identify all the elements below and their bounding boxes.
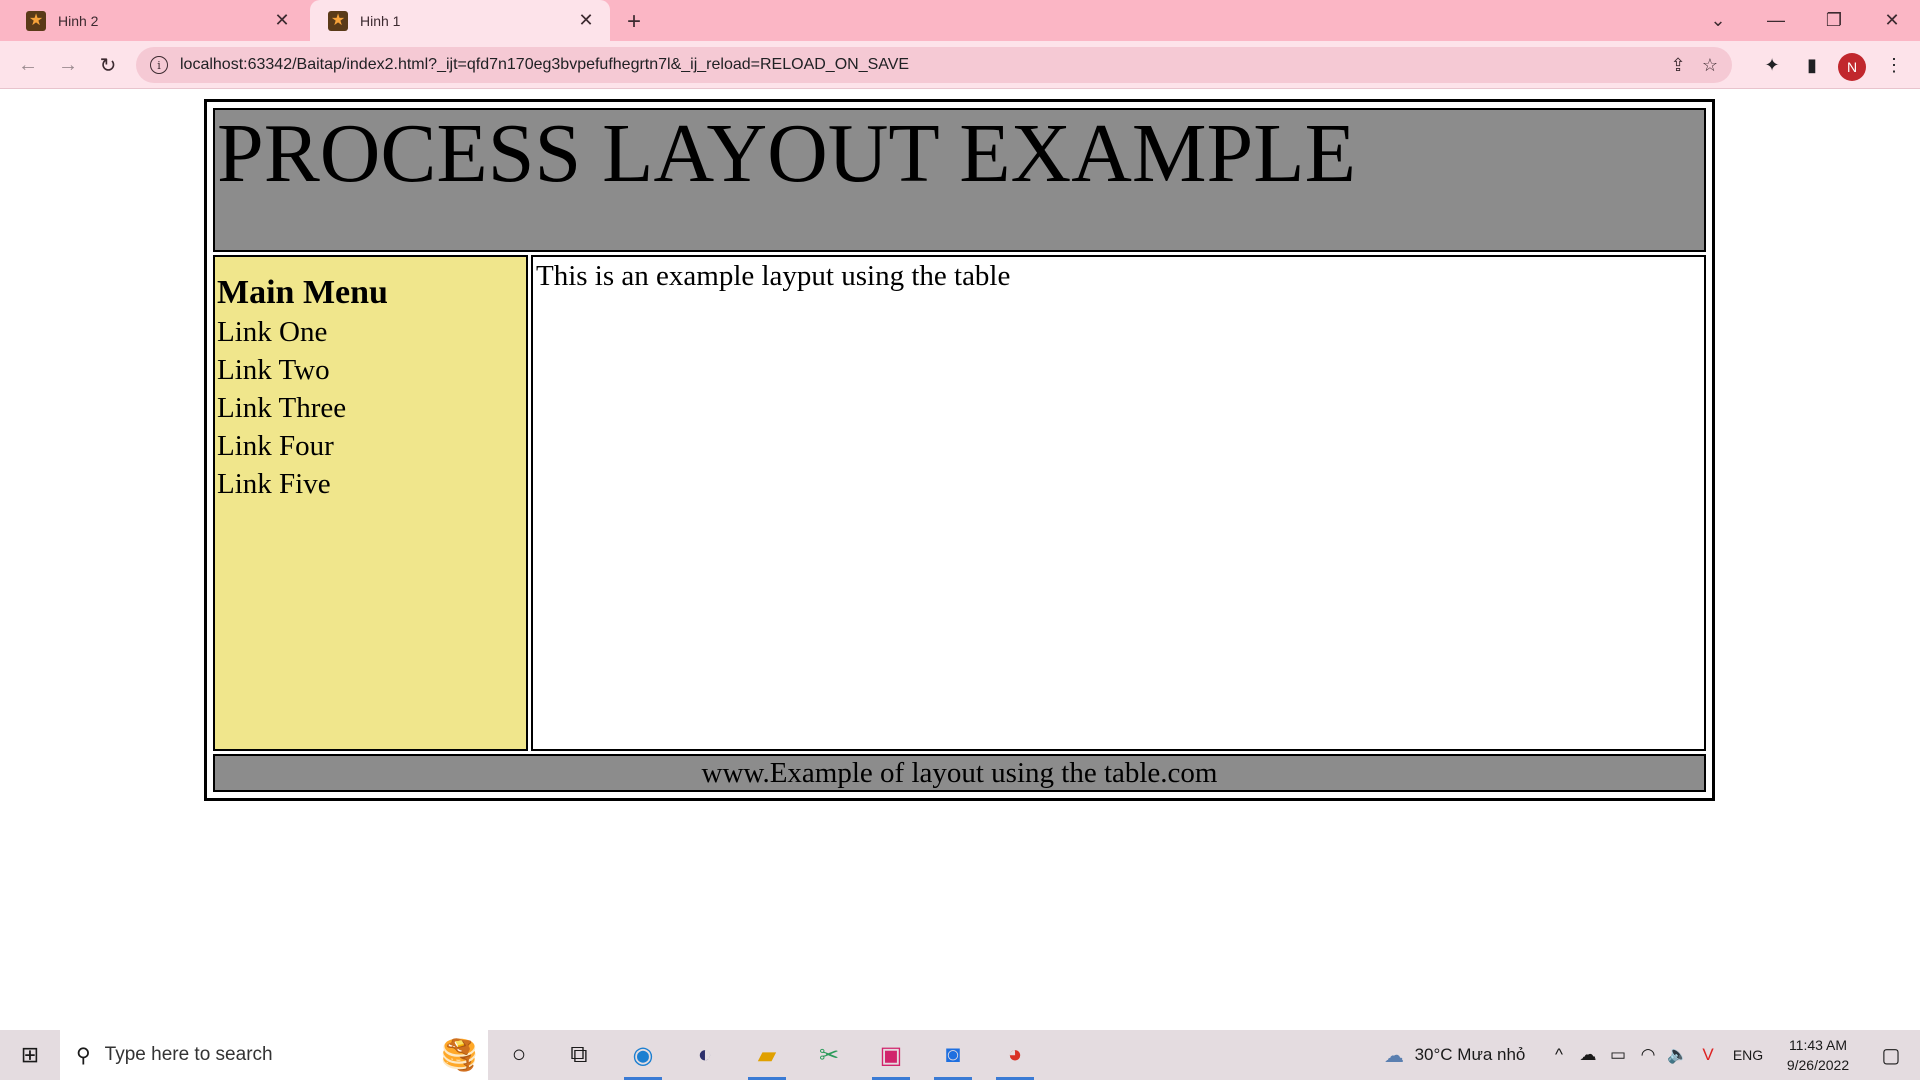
side-panel-icon[interactable]: ▮ bbox=[1796, 49, 1828, 81]
page-footer: www.Example of layout using the table.co… bbox=[213, 754, 1706, 792]
browser-toolbar: ← → ↻ i localhost:63342/Baitap/index2.ht… bbox=[0, 41, 1920, 89]
language-indicator[interactable]: ENG bbox=[1728, 1030, 1768, 1080]
vietkey-v-icon[interactable]: V bbox=[1694, 1030, 1722, 1080]
intellij-icon[interactable]: ▣ bbox=[862, 1030, 920, 1080]
wifi-icon[interactable]: ◠ bbox=[1634, 1030, 1662, 1080]
search-placeholder: Type here to search bbox=[104, 1044, 273, 1065]
main-menu: Main Menu Link One Link Two Link Three L… bbox=[213, 255, 528, 751]
zalo-icon[interactable]: ◙ bbox=[924, 1030, 982, 1080]
edge-browser-icon[interactable]: ◉ bbox=[614, 1030, 672, 1080]
bookmark-star-icon[interactable]: ☆ bbox=[1694, 49, 1726, 81]
tab-hinh-1[interactable]: ★ Hinh 1 ✕ bbox=[310, 0, 610, 41]
tab-search-chevron-icon[interactable]: ⌄ bbox=[1690, 0, 1746, 41]
reload-icon[interactable]: ↻ bbox=[92, 49, 124, 81]
new-tab-button[interactable]: + bbox=[620, 8, 648, 36]
tab-strip: ★ Hinh 2 ✕ ★ Hinh 1 ✕ + ⌄ — ❐ ✕ bbox=[0, 0, 1920, 41]
close-tab-icon[interactable]: ✕ bbox=[574, 9, 598, 33]
chrome-icon[interactable]: ◕ bbox=[986, 1030, 1044, 1080]
restore-button[interactable]: ❐ bbox=[1806, 0, 1862, 41]
tray-chevron-up-icon[interactable]: ^ bbox=[1546, 1030, 1572, 1080]
menu-link-two: Link Two bbox=[217, 354, 330, 386]
address-bar[interactable]: i localhost:63342/Baitap/index2.html?_ij… bbox=[136, 47, 1732, 83]
layout-table-frame: PROCESS LAYOUT EXAMPLE Main Menu Link On… bbox=[204, 99, 1715, 801]
search-icon: ⚲ bbox=[76, 1044, 91, 1067]
minimize-button[interactable]: — bbox=[1748, 0, 1804, 41]
star-favicon-icon: ★ bbox=[26, 10, 46, 31]
notification-center-icon[interactable]: ▢ bbox=[1866, 1030, 1916, 1080]
taskbar-clock[interactable]: 11:43 AM 9/26/2022 bbox=[1770, 1030, 1866, 1080]
file-explorer-icon[interactable]: ▰ bbox=[738, 1030, 796, 1080]
tab-title: Hinh 1 bbox=[360, 12, 401, 29]
share-icon[interactable]: ⇪ bbox=[1662, 49, 1694, 81]
volume-icon[interactable]: 🔈 bbox=[1664, 1030, 1692, 1080]
menu-link-five: Link Five bbox=[217, 468, 331, 500]
eclipse-icon[interactable]: ◐ bbox=[676, 1030, 734, 1080]
menu-link-three: Link Three bbox=[217, 392, 347, 424]
taskbar-search-box[interactable]: ⚲ Type here to search 🥞 bbox=[60, 1030, 488, 1080]
layout-table: PROCESS LAYOUT EXAMPLE Main Menu Link On… bbox=[210, 105, 1709, 795]
extensions-puzzle-icon[interactable]: ✦ bbox=[1756, 49, 1788, 81]
search-highlight-pancake-icon[interactable]: 🥞 bbox=[441, 1038, 478, 1073]
page-header: PROCESS LAYOUT EXAMPLE bbox=[213, 108, 1706, 252]
url-text[interactable]: localhost:63342/Baitap/index2.html?_ijt=… bbox=[180, 56, 1662, 74]
clock-time: 11:43 AM bbox=[1788, 1037, 1848, 1053]
menu-kebab-icon[interactable]: ⋮ bbox=[1878, 49, 1910, 81]
tab-hinh-2[interactable]: ★ Hinh 2 ✕ bbox=[8, 0, 306, 41]
onedrive-cloud-icon[interactable]: ☁ bbox=[1574, 1030, 1602, 1080]
windows-taskbar: ⊞ ⚲ Type here to search 🥞 ○ ⧉ ◉ ◐ ▰ ✂ ▣ … bbox=[0, 1030, 1920, 1080]
weather-text[interactable]: 30°C Mưa nhỏ bbox=[1410, 1030, 1530, 1080]
menu-title: Main Menu bbox=[217, 274, 388, 311]
battery-icon[interactable]: ▭ bbox=[1604, 1030, 1632, 1080]
site-info-icon[interactable]: i bbox=[150, 56, 168, 74]
snipping-tool-icon[interactable]: ✂ bbox=[800, 1030, 858, 1080]
profile-avatar[interactable]: N bbox=[1838, 53, 1866, 81]
menu-link-one: Link One bbox=[217, 316, 328, 348]
back-arrow-icon[interactable]: ← bbox=[12, 49, 44, 81]
cortana-circle-icon[interactable]: ○ bbox=[490, 1030, 548, 1080]
close-window-button[interactable]: ✕ bbox=[1864, 0, 1920, 41]
clock-date: 9/26/2022 bbox=[1786, 1057, 1850, 1073]
tab-title: Hinh 2 bbox=[58, 12, 99, 29]
forward-arrow-icon[interactable]: → bbox=[52, 49, 84, 81]
task-view-icon[interactable]: ⧉ bbox=[550, 1030, 608, 1080]
windows-start-icon[interactable]: ⊞ bbox=[0, 1030, 60, 1080]
star-favicon-icon: ★ bbox=[328, 10, 348, 31]
menu-link-four: Link Four bbox=[217, 430, 334, 462]
content-area: This is an example layput using the tabl… bbox=[531, 255, 1706, 751]
close-tab-icon[interactable]: ✕ bbox=[270, 9, 294, 33]
